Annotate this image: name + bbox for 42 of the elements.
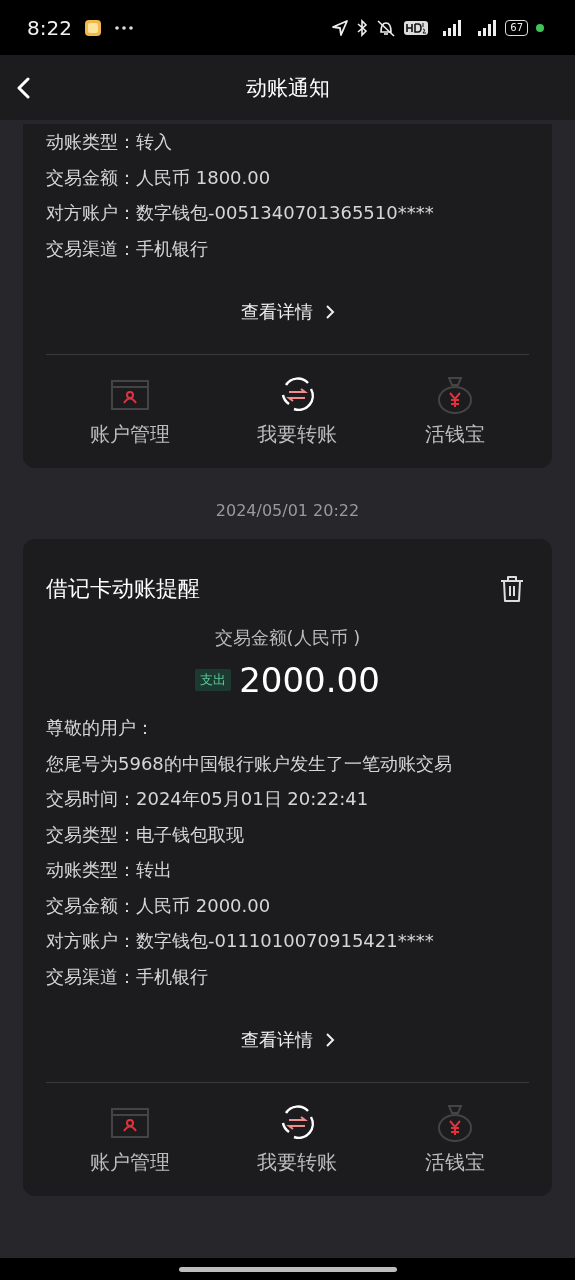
money-bag-icon [437, 376, 474, 414]
action-label[interactable]: 账户管理 [89, 421, 170, 448]
timestamp: 2024/05/01 20:22 [214, 500, 361, 522]
amount-caption: 交易金额(人民币 ) [213, 626, 362, 650]
detail-text: 对方账户：数字钱包-0111010070915421**** [46, 929, 435, 953]
action-label[interactable]: 我要转账 [257, 421, 338, 448]
detail-text: 交易金额：人民币 1800.00 [46, 165, 272, 190]
battery-icon: 67 [505, 19, 528, 36]
amount-value: 2000.00 [239, 660, 380, 700]
more-icon [113, 24, 134, 31]
detail-text: 交易类型：电子钱包取现 [46, 822, 245, 847]
action-label[interactable]: 活钱宝 [425, 1149, 486, 1176]
detail-text: 交易渠道：手机银行 [46, 236, 209, 261]
page-title: 动账通知 [244, 74, 331, 102]
detail-text: 动账类型：转入 [46, 130, 173, 154]
location-icon [331, 18, 350, 37]
detail-text: 交易时间：2024年05月01日 20:22:41 [46, 787, 370, 811]
detail-text: 您尾号为5968的中国银行账户发生了一笔动账交易 [46, 751, 453, 776]
chevron-icon [324, 304, 335, 320]
detail-text: 交易渠道：手机银行 [46, 964, 209, 989]
detail-text: 交易金额：人民币 2000.00 [46, 893, 272, 918]
hd-icon [404, 19, 429, 36]
direction-tag: 支出 [195, 669, 232, 691]
account-card-icon [110, 380, 149, 410]
card-title: 借记卡动账提醒 [46, 575, 200, 603]
delete-icon[interactable] [499, 575, 525, 603]
action-label[interactable]: 活钱宝 [425, 421, 486, 448]
bluetooth-icon [356, 18, 369, 37]
detail-text: 对方账户：数字钱包-0051340701365510**** [46, 201, 435, 225]
clock-time: 8:22 [27, 15, 72, 40]
detail-text: 尊敬的用户： [46, 716, 155, 740]
view-details-link[interactable]: 查看详情 [236, 290, 339, 334]
detail-text: 动账类型：转出 [46, 858, 173, 882]
home-indicator[interactable] [178, 1266, 397, 1272]
account-card-icon [110, 1108, 149, 1138]
action-label[interactable]: 账户管理 [89, 1149, 170, 1176]
action-label[interactable]: 我要转账 [257, 1149, 338, 1176]
view-details-link[interactable]: 查看详情 [236, 1018, 339, 1062]
chevron-icon [324, 1032, 335, 1048]
status-dot-icon [535, 22, 545, 33]
notes-app-icon [83, 18, 102, 37]
money-bag-icon [437, 1104, 474, 1142]
